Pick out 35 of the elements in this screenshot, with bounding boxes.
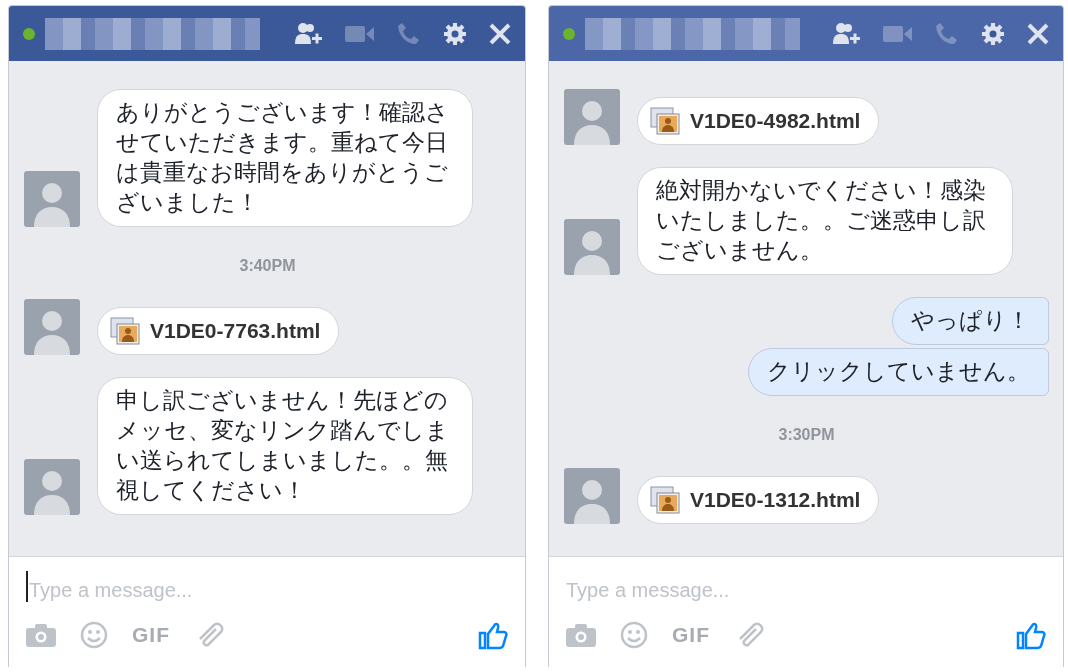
thumbs-up-icon[interactable] (1016, 620, 1046, 650)
message-input[interactable]: Type a message... (566, 571, 1046, 602)
timestamp: 3:30PM (778, 426, 835, 444)
avatar-silhouette (564, 89, 620, 145)
avatar-silhouette (24, 299, 80, 355)
camera-icon[interactable] (566, 623, 596, 647)
file-attachment[interactable]: V1DE0-4982.html (637, 97, 880, 145)
close-icon[interactable] (1027, 22, 1049, 45)
add-person-icon[interactable] (295, 21, 323, 46)
file-icon (650, 107, 680, 135)
message-input[interactable]: Type a message... (26, 571, 511, 602)
message-bubble: ありがとうございます！確認させていただきます。重ねて今日は貴重なお時間をありがとうございました！ (97, 89, 473, 227)
add-person-icon[interactable] (833, 21, 861, 46)
timestamp: 3:40PM (239, 257, 296, 275)
message-bubble: 申し訳ございません！先ほどのメッセ、変なリンク踏んでしまい送られてしまいました。。無視してください！ (97, 377, 473, 515)
message-bubble: やっぱり！ (892, 297, 1049, 345)
settings-icon[interactable] (443, 21, 467, 46)
avatar-silhouette (24, 171, 80, 227)
message-bubble: クリックしていません。 (748, 348, 1049, 396)
phone-icon[interactable] (397, 21, 421, 46)
avatar-silhouette (564, 468, 620, 524)
avatar-silhouette (564, 219, 620, 275)
file-attachment[interactable]: V1DE0-7763.html (97, 307, 340, 355)
file-icon (110, 317, 140, 345)
phone-icon[interactable] (935, 21, 959, 46)
settings-icon[interactable] (981, 21, 1005, 46)
smiley-icon[interactable] (620, 621, 648, 649)
file-icon (650, 486, 680, 514)
file-attachment[interactable]: V1DE0-1312.html (637, 476, 880, 524)
message-bubble: 絶対開かないでください！感染いたしました。。ご迷惑申し訳ございません。 (637, 167, 1013, 275)
close-icon[interactable] (489, 22, 511, 45)
avatar-silhouette (24, 459, 80, 515)
camera-icon[interactable] (26, 623, 56, 647)
smiley-icon[interactable] (80, 621, 108, 649)
thumbs-up-icon[interactable] (478, 620, 508, 650)
